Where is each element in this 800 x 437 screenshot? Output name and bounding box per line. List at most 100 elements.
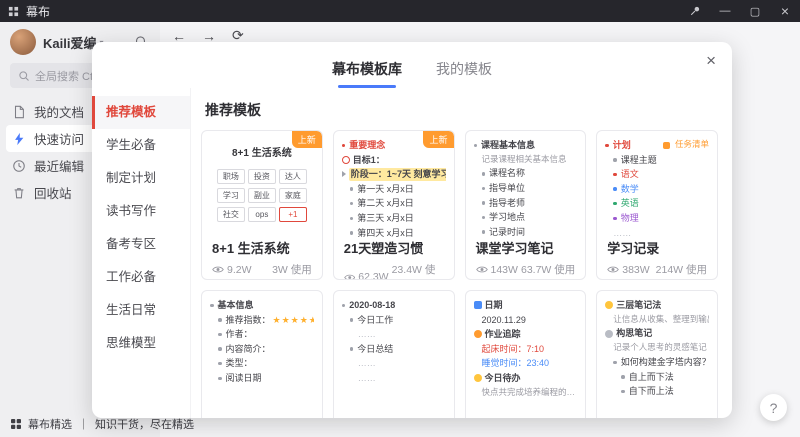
template-title: 8+1 生活系统 xyxy=(202,237,322,257)
preview-line: 今日待办 xyxy=(474,372,578,385)
modal-header: 幕布模板库 我的模板 × xyxy=(92,42,732,88)
views-count: 383W xyxy=(622,264,649,276)
preview-text: 作业追踪 xyxy=(485,328,521,341)
category-item[interactable]: 备考专区 xyxy=(92,228,190,261)
tag-icon xyxy=(663,142,670,149)
category-item[interactable]: 推荐模板 xyxy=(92,96,190,129)
views-count: 62.3W xyxy=(358,271,388,280)
preview-text: 第二天 x月x日 xyxy=(357,197,414,210)
preview-text: 计划 xyxy=(613,139,631,152)
preview-line: 今日工作 xyxy=(342,314,446,327)
tag-row: 职场投资达人 xyxy=(210,169,314,184)
preview-text: …… xyxy=(358,328,376,341)
preview-line: 第一天 x月x日 xyxy=(342,183,446,196)
preview-text: 睡觉时间：23:40 xyxy=(482,357,550,370)
template-card[interactable]: 计划任务清单课程主题语文数学英语物理……学习记录383W214W 使用 xyxy=(596,130,718,280)
template-stats: 383W214W 使用 xyxy=(597,257,717,280)
bullet-icon xyxy=(350,231,354,235)
preview-right-text: 任务清单 xyxy=(675,139,709,151)
calendar-icon xyxy=(474,301,482,309)
preview-text: 指导老师 xyxy=(489,197,525,210)
preview-tag: 投资 xyxy=(248,169,276,184)
thought-icon xyxy=(605,330,613,338)
template-card[interactable]: 2020-08-18今日工作……今日总结………… xyxy=(333,290,455,418)
template-content: 推荐模板 上新8+1 生活系统职场投资达人学习副业家庭社交ops+18+1 生活… xyxy=(191,88,732,418)
new-badge: 上新 xyxy=(423,131,453,148)
rating-stars: ★★★★★ xyxy=(273,314,314,327)
template-card[interactable]: 日期2020.11.29作业追踪起床时间：7:10睡觉时间：23:40今日待办快… xyxy=(465,290,587,418)
bullet-icon xyxy=(613,158,617,162)
views-icon xyxy=(607,265,619,274)
category-item[interactable]: 思维模型 xyxy=(92,327,190,360)
preview-line: 指导单位 xyxy=(474,182,578,195)
bullet-icon xyxy=(482,230,486,234)
template-card[interactable]: 上新8+1 生活系统职场投资达人学习副业家庭社交ops+18+1 生活系统9.2… xyxy=(201,130,323,280)
help-button[interactable]: ? xyxy=(760,394,787,421)
user-name: Kaili爱编 xyxy=(43,33,96,52)
preview-text: 第三天 x月x日 xyxy=(357,212,414,225)
preview-text: 指导单位 xyxy=(489,182,525,195)
preview-text: 重要理念 xyxy=(349,139,385,152)
history-nav: ← → ⟳ xyxy=(160,22,800,44)
preview-text: 三层笔记法 xyxy=(616,299,661,312)
preview-text: 如何构建金字塔内容？ xyxy=(621,356,709,369)
preview-line: 快点共完成培养编程的… xyxy=(474,387,578,397)
maximize-icon[interactable]: ▢ xyxy=(740,0,770,22)
titlebar: 幕布 — ▢ × xyxy=(0,0,800,22)
preview-text: 记录课程相关基本信息 xyxy=(482,154,567,166)
category-item[interactable]: 工作必备 xyxy=(92,261,190,294)
close-icon[interactable]: × xyxy=(706,52,716,69)
avatar[interactable] xyxy=(10,29,36,55)
bullet-icon xyxy=(474,144,478,148)
close-window-icon[interactable]: × xyxy=(770,0,800,22)
footer-brand: 幕布精选 xyxy=(28,416,72,432)
app-menu-icon[interactable] xyxy=(8,6,19,17)
mubu-selection-link[interactable]: 幕布精选｜知识干货，尽在精选 xyxy=(10,416,194,432)
category-item[interactable]: 学生必备 xyxy=(92,129,190,162)
target-icon xyxy=(342,156,350,164)
template-title: 课堂学习笔记 xyxy=(466,237,586,257)
template-title: 学习记录 xyxy=(597,237,717,257)
preview-tag: 副业 xyxy=(248,188,276,203)
template-grid: 上新8+1 生活系统职场投资达人学习副业家庭社交ops+18+1 生活系统9.2… xyxy=(201,130,718,418)
tag-row: 社交ops+1 xyxy=(210,207,314,222)
bullet-icon xyxy=(218,347,222,351)
preview-text: 数学 xyxy=(621,183,639,196)
minimize-icon[interactable]: — xyxy=(710,0,740,22)
preview-text: 内容简介： xyxy=(226,343,271,356)
clock-icon xyxy=(474,330,482,338)
preview-tag: 社交 xyxy=(217,207,245,222)
preview-line: 第四天 x月x日 xyxy=(342,227,446,237)
category-item[interactable]: 制定计划 xyxy=(92,162,190,195)
preview-line: 第三天 x月x日 xyxy=(342,212,446,225)
preview-text: 语文 xyxy=(621,168,639,181)
preview-tag: 学习 xyxy=(217,188,245,203)
preview-text: 阶段一：1~7天 刻意学习期 xyxy=(349,168,446,181)
preview-line: 数学 xyxy=(605,183,709,196)
bullet-icon xyxy=(482,172,486,176)
template-stats: 62.3W23.4W 使用 xyxy=(334,257,454,280)
pin-icon[interactable] xyxy=(680,0,710,22)
preview-text: …… xyxy=(613,227,631,237)
template-card[interactable]: 上新重要理念目标1：阶段一：1~7天 刻意学习期第一天 x月x日第二天 x月x日… xyxy=(333,130,455,280)
template-card[interactable]: 课程基本信息记录课程相关基本信息课程名称指导单位指导老师学习地点记录时间课堂学习… xyxy=(465,130,587,280)
preview-line: 课程主题 xyxy=(605,154,709,167)
bullet-icon xyxy=(350,202,354,206)
tab-template-library[interactable]: 幕布模板库 xyxy=(330,59,404,88)
bulb-icon xyxy=(605,301,613,309)
app-window: 幕布 — ▢ × Kaili爱编 ▾ 全局搜索 Ctrl+J xyxy=(0,0,800,437)
category-item[interactable]: 读书写作 xyxy=(92,195,190,228)
section-title: 推荐模板 xyxy=(205,100,718,120)
tab-my-templates[interactable]: 我的模板 xyxy=(434,59,494,88)
bullet-icon xyxy=(218,362,222,366)
template-card[interactable]: 基本信息推荐指数：★★★★★作者：内容简介：类型：阅读日期 xyxy=(201,290,323,418)
preview-text: 课程基本信息 xyxy=(481,139,535,152)
preview-line: 内容简介： xyxy=(210,343,314,356)
preview-line: 自下而上法 xyxy=(605,385,709,397)
category-item[interactable]: 生活日常 xyxy=(92,294,190,327)
preview-line: 今日总结 xyxy=(342,343,446,356)
template-card[interactable]: 三层笔记法让信息从收集、整理到输出…构思笔记记录个人思考的灵感笔记如何构建金字塔… xyxy=(596,290,718,418)
preview-text: 让信息从收集、整理到输出… xyxy=(613,314,709,326)
views-count: 143W xyxy=(491,264,518,276)
preview-text: 第一天 x月x日 xyxy=(357,183,414,196)
